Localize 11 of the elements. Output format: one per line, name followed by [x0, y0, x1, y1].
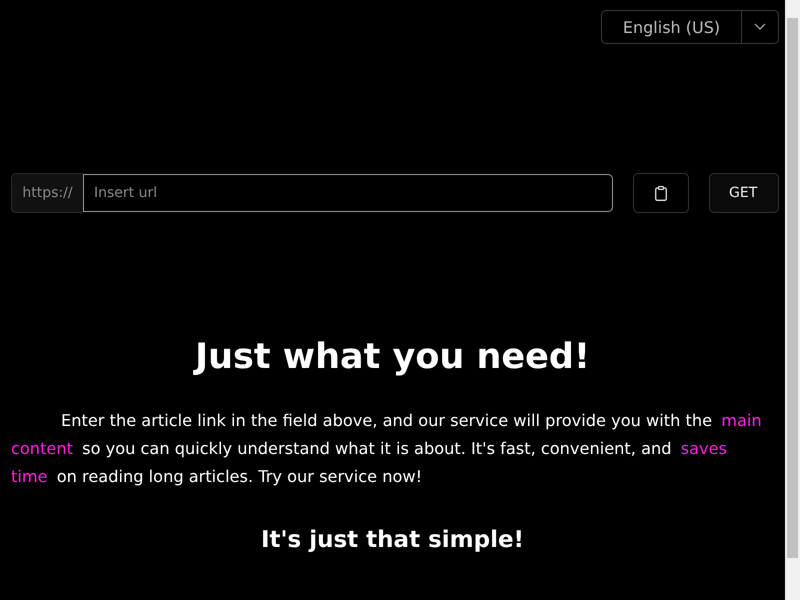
scrollbar[interactable]	[785, 0, 800, 600]
url-input[interactable]: Insert url	[83, 174, 613, 212]
url-prefix: https://	[11, 173, 83, 213]
clipboard-icon	[655, 186, 667, 200]
get-button[interactable]: GET	[709, 173, 779, 213]
heading: Just what you need!	[192, 336, 591, 379]
intro-paragraph: Enter the article link in the field above, and our service will provide you with the main content so you can quickly understand what it is about. It's fast, convenient, and saves time on reading long articles. Try our service now!	[11, 410, 763, 488]
paste-button[interactable]	[633, 173, 689, 213]
subheading: It's just that simple!	[260, 527, 526, 553]
chevron-down-icon	[754, 23, 766, 31]
language-select[interactable]: English (US)	[601, 10, 779, 44]
